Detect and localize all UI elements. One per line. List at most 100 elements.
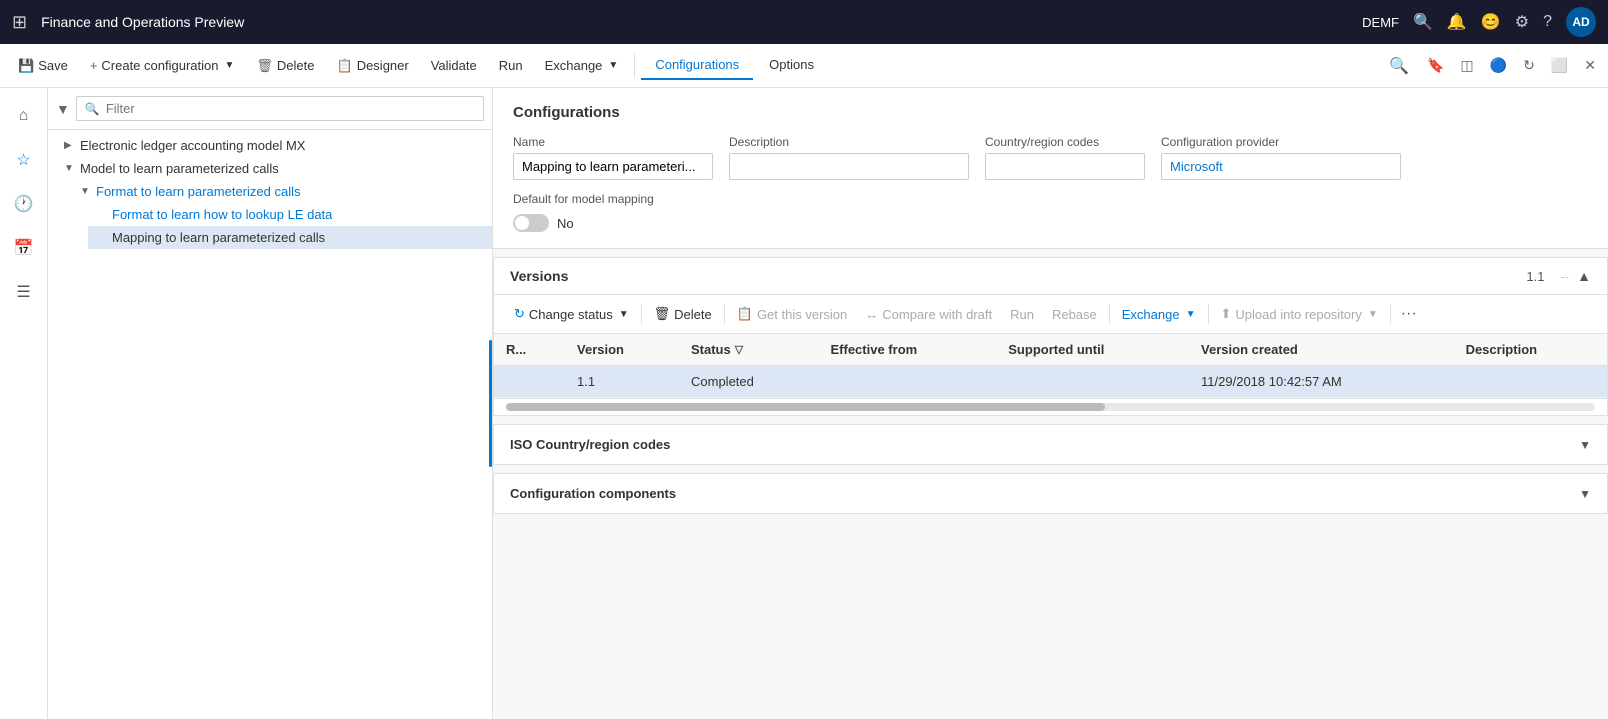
table-header-row: R... Version Status ▽ bbox=[494, 334, 1607, 366]
config-name-label: Name bbox=[513, 135, 713, 149]
config-form-row-1: Name Description Country/region codes Co… bbox=[513, 135, 1588, 180]
create-config-button[interactable]: + Create configuration ▼ bbox=[80, 52, 245, 79]
win-close-icon[interactable]: ✕ bbox=[1580, 53, 1600, 78]
cmd-separator bbox=[634, 54, 635, 78]
notification-icon[interactable]: 🔔 bbox=[1447, 12, 1467, 32]
user-icon[interactable]: 😊 bbox=[1481, 12, 1501, 32]
vtb-run-button[interactable]: Run bbox=[1002, 302, 1042, 327]
sidebar: ▼ 🔍 ▶ Electronic ledger accounting model… bbox=[48, 88, 493, 719]
versions-table: R... Version Status ▽ bbox=[494, 334, 1607, 398]
tree-container: ▶ Electronic ledger accounting model MX … bbox=[48, 130, 492, 719]
nav-home-icon[interactable]: ⌂ bbox=[4, 96, 44, 136]
tree-toggle-3 bbox=[96, 209, 112, 220]
delete-icon: 🗑 bbox=[256, 58, 273, 74]
tree-item-2[interactable]: ▼ Format to learn parameterized calls bbox=[72, 180, 492, 203]
delete-button[interactable]: 🗑 Delete bbox=[246, 52, 324, 80]
toggle-row: No bbox=[513, 214, 1588, 232]
tree-label-3: Format to learn how to lookup LE data bbox=[112, 207, 332, 222]
config-country-input[interactable] bbox=[985, 153, 1145, 180]
status-filter-icon[interactable]: ▽ bbox=[735, 343, 743, 356]
vtb-delete-icon: 🗑 bbox=[654, 306, 671, 322]
tab-configurations[interactable]: Configurations bbox=[641, 51, 753, 80]
config-components-title: Configuration components bbox=[510, 486, 1579, 501]
config-components-header[interactable]: Configuration components ▼ bbox=[494, 474, 1607, 513]
tab-options[interactable]: Options bbox=[755, 51, 828, 80]
exchange-button[interactable]: Exchange ▼ bbox=[535, 52, 629, 79]
table-row[interactable]: 1.1 Completed 11/29/2018 10:42:57 AM bbox=[494, 366, 1607, 398]
save-button[interactable]: 💾 Save bbox=[8, 52, 78, 80]
designer-icon: 📋 bbox=[337, 58, 353, 74]
h-scroll-thumb[interactable] bbox=[506, 403, 1105, 411]
cmd-search-icon[interactable]: 🔍 bbox=[1385, 52, 1413, 80]
config-components-section: Configuration components ▼ bbox=[493, 473, 1608, 514]
tree-label-2: Format to learn parameterized calls bbox=[96, 184, 300, 199]
change-status-chevron-icon: ▼ bbox=[619, 309, 629, 320]
upload-repo-button[interactable]: ⬆ Upload into repository ▼ bbox=[1213, 301, 1386, 327]
tree-item-3[interactable]: Format to learn how to lookup LE data bbox=[88, 203, 492, 226]
designer-button[interactable]: 📋 Designer bbox=[327, 52, 419, 80]
search-icon[interactable]: 🔍 bbox=[1413, 12, 1433, 32]
cell-supported-until bbox=[996, 366, 1189, 398]
win-bookmark-icon[interactable]: 🔖 bbox=[1423, 53, 1448, 78]
default-mapping-toggle[interactable] bbox=[513, 214, 549, 232]
tree-item-1[interactable]: ▼ Model to learn parameterized calls bbox=[56, 157, 492, 180]
compare-with-draft-button[interactable]: ↔ Compare with draft bbox=[857, 302, 1000, 327]
rebase-button[interactable]: Rebase bbox=[1044, 302, 1105, 327]
iso-country-title: ISO Country/region codes bbox=[510, 437, 1579, 452]
versions-toolbar: ↻ Change status ▼ 🗑 Delete 📋 Get this ve… bbox=[494, 295, 1607, 334]
versions-title: Versions bbox=[510, 268, 1526, 284]
tree-toggle-1: ▼ bbox=[64, 163, 80, 174]
config-provider-input[interactable] bbox=[1161, 153, 1401, 180]
create-config-chevron-icon: ▼ bbox=[225, 60, 235, 71]
environment-label: DEMF bbox=[1362, 15, 1399, 30]
config-name-input[interactable] bbox=[513, 153, 713, 180]
sidebar-filter-bar: ▼ 🔍 bbox=[48, 88, 492, 130]
versions-badge: 1.1 bbox=[1526, 269, 1544, 284]
validate-button[interactable]: Validate bbox=[421, 52, 487, 79]
left-nav: ⌂ ☆ 🕐 📅 ☰ bbox=[0, 88, 48, 719]
vtb-more-icon[interactable]: ··· bbox=[1395, 301, 1423, 327]
nav-list-icon[interactable]: ☰ bbox=[4, 272, 44, 312]
app-grid-icon[interactable]: ⊞ bbox=[12, 12, 27, 33]
versions-header: Versions 1.1 -- ▲ bbox=[494, 258, 1607, 295]
tree-toggle-0: ▶ bbox=[64, 140, 80, 151]
nav-star-icon[interactable]: ☆ bbox=[4, 140, 44, 180]
vtb-exchange-button[interactable]: Exchange ▼ bbox=[1114, 302, 1204, 327]
settings-icon[interactable]: ⚙ bbox=[1515, 12, 1529, 32]
run-button[interactable]: Run bbox=[489, 52, 533, 79]
main-layout: ⌂ ☆ 🕐 📅 ☰ ▼ 🔍 ▶ Electronic ledger accoun… bbox=[0, 88, 1608, 719]
config-default-mapping-field: Default for model mapping No bbox=[513, 192, 1588, 232]
get-this-version-button[interactable]: 📋 Get this version bbox=[729, 301, 856, 327]
versions-collapse-icon[interactable]: ▲ bbox=[1577, 268, 1591, 284]
iso-country-header[interactable]: ISO Country/region codes ▼ bbox=[494, 425, 1607, 464]
iso-country-chevron-icon: ▼ bbox=[1579, 438, 1591, 452]
cell-description bbox=[1454, 366, 1607, 398]
avatar[interactable]: AD bbox=[1566, 7, 1596, 37]
win-refresh-icon[interactable]: ↻ bbox=[1519, 53, 1539, 78]
win-badge-icon[interactable]: 🔵 bbox=[1486, 53, 1511, 78]
h-scroll-track bbox=[506, 403, 1595, 411]
filter-input[interactable] bbox=[106, 101, 475, 116]
window-controls: 🔖 ◫ 🔵 ↻ ⬜ ✕ bbox=[1423, 53, 1600, 78]
cell-effective-from bbox=[819, 366, 997, 398]
app-title: Finance and Operations Preview bbox=[41, 14, 1354, 30]
config-description-label: Description bbox=[729, 135, 969, 149]
tree-item-0[interactable]: ▶ Electronic ledger accounting model MX bbox=[56, 134, 492, 157]
nav-calendar-icon[interactable]: 📅 bbox=[4, 228, 44, 268]
config-panel-title: Configurations bbox=[513, 104, 1588, 121]
iso-country-section: ISO Country/region codes ▼ bbox=[493, 424, 1608, 465]
get-version-icon: 📋 bbox=[737, 306, 753, 322]
config-provider-label: Configuration provider bbox=[1161, 135, 1401, 149]
help-icon[interactable]: ? bbox=[1543, 13, 1552, 31]
win-panel-icon[interactable]: ◫ bbox=[1456, 53, 1477, 78]
change-status-button[interactable]: ↻ Change status ▼ bbox=[506, 301, 637, 327]
config-description-input[interactable] bbox=[729, 153, 969, 180]
title-bar-right: DEMF 🔍 🔔 😊 ⚙ ? AD bbox=[1362, 7, 1596, 37]
nav-recent-icon[interactable]: 🕐 bbox=[4, 184, 44, 224]
cell-r bbox=[494, 366, 565, 398]
win-popout-icon[interactable]: ⬜ bbox=[1547, 53, 1572, 78]
tree-item-4[interactable]: Mapping to learn parameterized calls bbox=[88, 226, 492, 249]
save-icon: 💾 bbox=[18, 58, 34, 74]
vtb-delete-button[interactable]: 🗑 Delete bbox=[646, 301, 720, 327]
change-status-icon: ↻ bbox=[514, 306, 525, 322]
